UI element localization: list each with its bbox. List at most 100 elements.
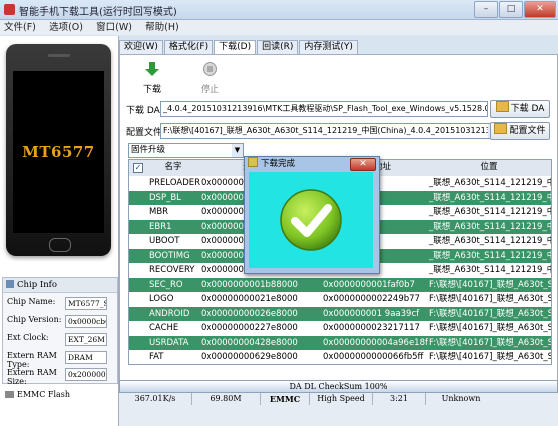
dialog-title: 下载完成 bbox=[261, 159, 296, 169]
chip-row-label: Extern RAM Size: bbox=[7, 368, 57, 386]
chip-row-label: Extern RAM Type: bbox=[7, 351, 57, 369]
dialog-close-button[interactable]: ✕ bbox=[350, 158, 376, 171]
chip-info-header: Chip Info bbox=[3, 278, 117, 293]
emmc-flash-item: EMMC Flash bbox=[2, 388, 116, 402]
close-button[interactable]: ✕ bbox=[524, 1, 556, 18]
app-icon bbox=[4, 4, 15, 15]
download-arrow-icon bbox=[145, 62, 159, 76]
chip-row-value: 0x0000cb00 bbox=[65, 315, 107, 328]
cell-end: 0x0000000002249b77 bbox=[323, 294, 420, 304]
window-controls: – □ ✕ bbox=[474, 1, 556, 18]
cell-loc: _联想_A630t_S114_121219_中国(Chin bbox=[429, 207, 551, 217]
progress-text: DA DL CheckSum 100% bbox=[289, 382, 388, 391]
chip-row-label: Chip Version: bbox=[7, 315, 62, 324]
col-location[interactable]: 位置 bbox=[427, 160, 551, 175]
chip-row-value: MT6577_S00 bbox=[65, 297, 107, 310]
cell-name: RECOVERY bbox=[149, 265, 195, 275]
chip-row-label: Chip Name: bbox=[7, 297, 56, 306]
cell-name: FAT bbox=[149, 352, 164, 362]
scatter-button[interactable]: 配置文件 bbox=[490, 122, 550, 140]
select-all-checkbox[interactable]: ✓ bbox=[133, 163, 143, 173]
success-check-icon bbox=[280, 189, 342, 251]
chip-row-value: 0x20000000 bbox=[65, 368, 107, 381]
tab-download[interactable]: 下载(D) bbox=[214, 40, 257, 55]
maximize-button[interactable]: □ bbox=[499, 1, 523, 18]
menu-bar: 文件(F) 选项(O) 窗口(W) 帮助(H) bbox=[0, 20, 558, 35]
cell-start: 0x00000000428e8000 bbox=[201, 337, 298, 348]
status-bar: DA DL CheckSum 100% 367.01K/s 69.80M EMM… bbox=[119, 380, 558, 426]
menu-file[interactable]: 文件(F) bbox=[4, 20, 36, 35]
phone-image: MT6577 bbox=[6, 44, 111, 256]
stop-button-label: 停止 bbox=[200, 85, 219, 95]
tab-format[interactable]: 格式化(F) bbox=[163, 40, 214, 54]
tab-memory-test[interactable]: 内存测试(Y) bbox=[299, 40, 358, 54]
flash-icon bbox=[5, 391, 14, 398]
phone-screen-text: MT6577 bbox=[22, 143, 95, 161]
status-speed: 367.01K/s bbox=[119, 393, 192, 405]
tab-welcome[interactable]: 欢迎(W) bbox=[119, 40, 163, 54]
status-usb: High Speed bbox=[310, 393, 373, 405]
cell-name: EBR1 bbox=[149, 221, 172, 232]
menu-options[interactable]: 选项(O) bbox=[49, 20, 83, 35]
cell-start: 0x0000000001b88000 bbox=[201, 279, 298, 290]
dialog-body bbox=[249, 172, 373, 268]
tab-bar: 欢迎(W) 格式化(F) 下载(D) 回读(R) 内存测试(Y) bbox=[119, 40, 359, 55]
download-button-label: 下载 bbox=[142, 85, 161, 95]
title-bar: 智能手机下载工具(运行时回写模式) – □ ✕ bbox=[0, 0, 558, 20]
menu-window[interactable]: 窗口(W) bbox=[96, 20, 132, 35]
cell-loc: _联想_A630t_S114_121219_中国(Chin bbox=[429, 250, 551, 261]
col-name[interactable]: 名字 bbox=[147, 160, 199, 175]
cell-start: 0x00000000227e8000 bbox=[201, 323, 298, 333]
download-agent-path[interactable]: _4.0.4_20151031213916\MTK工具教程驱动\SP_Flash… bbox=[160, 101, 488, 117]
cell-name: SEC_RO bbox=[149, 279, 183, 290]
chip-row-label: Ext Clock: bbox=[7, 333, 49, 342]
scatter-path[interactable]: F:\联想\[40167]_联想_A630t_A630t_S114_121219… bbox=[160, 123, 500, 139]
cell-loc: F:\联想\[40167]_联想_A630t_S114_121219_中国(Ch… bbox=[429, 308, 551, 319]
status-storage: EMMC bbox=[261, 393, 310, 405]
minimize-button[interactable]: – bbox=[474, 1, 498, 18]
download-button[interactable]: 下载 bbox=[132, 61, 172, 95]
cell-end: 0x0000000000066fb5ff bbox=[323, 352, 424, 362]
chip-info-panel: Chip Info Chip Name: MT6577_S00 Chip Vers… bbox=[2, 277, 118, 386]
cell-end: 0x00000000004a96e18f bbox=[323, 337, 428, 348]
table-row[interactable]: ✓USRDATA0x00000000428e80000x00000000004a… bbox=[129, 335, 551, 351]
cell-name: ANDROID bbox=[149, 308, 190, 319]
tab-readback[interactable]: 回读(R) bbox=[257, 40, 299, 54]
table-row[interactable]: ✓SEC_RO0x0000000001b880000x0000000001faf… bbox=[129, 277, 551, 293]
cell-name: MBR bbox=[149, 207, 169, 217]
stop-button[interactable]: 停止 bbox=[190, 61, 230, 95]
phone-speaker bbox=[48, 54, 70, 57]
cell-loc: F:\联想\[40167]_联想_A630t_S114_121219_中国(Ch… bbox=[429, 323, 551, 333]
download-agent-label: 下载 DA bbox=[126, 106, 160, 116]
mode-select-value: 固件升级 bbox=[131, 145, 166, 155]
cell-end: 0x000000001 9aa39cf bbox=[323, 308, 420, 319]
status-time: 3:21 bbox=[373, 393, 426, 405]
header-check-cell: ✓ bbox=[129, 160, 147, 176]
cell-name: LOGO bbox=[149, 294, 174, 304]
cell-end: 0x0000000001faf0b7 bbox=[323, 279, 415, 290]
download-complete-dialog: 下载完成 ✕ bbox=[244, 156, 380, 274]
chip-info-title: Chip Info bbox=[17, 280, 57, 290]
download-da-button[interactable]: 下载 DA bbox=[490, 100, 550, 118]
cell-name: USRDATA bbox=[149, 337, 189, 348]
table-row[interactable]: ✓FAT0x00000000629e80000x0000000000066fb5… bbox=[129, 350, 551, 364]
table-row[interactable]: ✓LOGO0x00000000021e80000x0000000002249b7… bbox=[129, 292, 551, 307]
cell-start: 0x00000000026e8000 bbox=[201, 308, 298, 319]
cell-loc: F:\联想\[40167]_联想_A630t_S114_121219_中国(Ch… bbox=[429, 279, 551, 290]
scatter-label: 配置文件 bbox=[126, 128, 163, 138]
cell-name: BOOTIMG bbox=[149, 250, 190, 261]
cell-loc: F:\联想\[40167]_联想_A630t_S114_121219_中国(Ch… bbox=[429, 294, 551, 304]
cell-name: DSP_BL bbox=[149, 192, 181, 203]
menu-help[interactable]: 帮助(H) bbox=[145, 20, 179, 35]
cell-loc: F:\联想\[40167]_联想_A630t_S114_121219_中国(Ch… bbox=[429, 337, 551, 348]
mode-select[interactable]: 固件升级 ▼ bbox=[128, 143, 244, 158]
emmc-flash-label: EMMC Flash bbox=[17, 390, 71, 399]
left-panel: MT6577 Chip Info Chip Name: MT6577_S00 Ch… bbox=[0, 36, 119, 426]
table-row[interactable]: ✓CACHE0x00000000227e80000x00000000232171… bbox=[129, 321, 551, 336]
table-row[interactable]: ✓ANDROID0x00000000026e80000x000000001 9a… bbox=[129, 306, 551, 322]
scatter-button-label: 配置文件 bbox=[509, 126, 546, 136]
cell-name: PRELOADER bbox=[149, 178, 201, 188]
chevron-down-icon: ▼ bbox=[232, 144, 243, 157]
download-da-button-label: 下载 DA bbox=[510, 104, 545, 114]
cell-loc: _联想_A630t_S114_121219_中国(Chin bbox=[429, 265, 551, 275]
